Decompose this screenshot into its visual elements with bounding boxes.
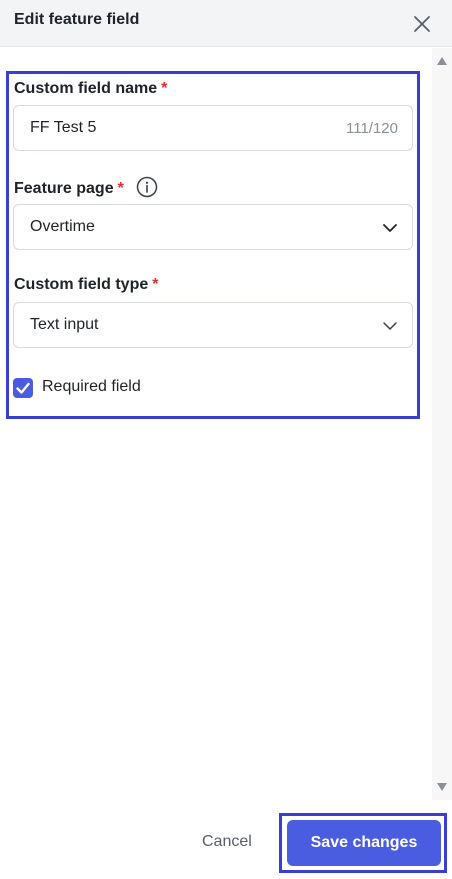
dialog-header: Edit feature field	[0, 0, 452, 47]
close-icon	[414, 16, 430, 32]
feature-page-label: Feature page *	[14, 176, 158, 200]
info-icon[interactable]	[136, 176, 158, 198]
custom-field-type-label: Custom field type *	[14, 276, 159, 293]
character-counter: 111/120	[346, 120, 398, 137]
custom-field-type-select[interactable]: Text input	[13, 302, 413, 348]
chevron-down-icon	[383, 322, 397, 330]
chevron-down-icon	[383, 224, 397, 232]
required-field-label: Required field	[42, 378, 141, 395]
custom-field-name-value: FF Test 5	[30, 119, 97, 136]
feature-page-select[interactable]: Overtime	[13, 204, 413, 250]
scrollbar[interactable]	[432, 48, 452, 800]
save-changes-button[interactable]: Save changes	[287, 820, 441, 866]
dialog-title: Edit feature field	[14, 11, 140, 28]
cancel-button[interactable]: Cancel	[202, 833, 252, 851]
feature-page-selected: Overtime	[30, 218, 95, 235]
close-button[interactable]	[410, 12, 434, 36]
scroll-up-icon[interactable]	[437, 57, 447, 65]
custom-field-type-selected: Text input	[30, 316, 99, 333]
required-asterisk: *	[161, 80, 168, 97]
custom-field-name-input[interactable]: FF Test 5 111/120	[13, 105, 413, 151]
required-asterisk: *	[152, 276, 159, 293]
scroll-down-icon[interactable]	[437, 783, 447, 791]
checkmark-icon	[16, 382, 30, 394]
required-field-checkbox[interactable]	[13, 378, 33, 398]
required-asterisk: *	[117, 180, 124, 198]
custom-field-name-label: Custom field name *	[14, 80, 168, 97]
